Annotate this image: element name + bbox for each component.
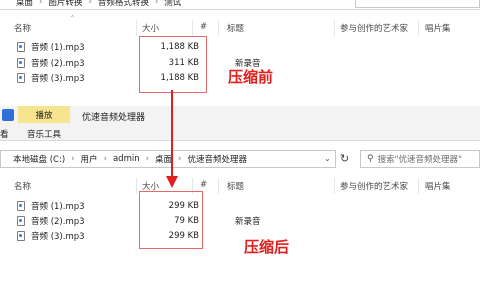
- top-breadcrumb[interactable]: 桌面 › 图片转换 › 音频格式转换 › 测试: [14, 0, 183, 8]
- top-crumb-4[interactable]: 测试: [162, 0, 183, 8]
- bottom-search-box[interactable]: ⚲ 搜索"优速音频处理器": [360, 150, 480, 168]
- top-crumb-3[interactable]: 音频格式转换: [96, 0, 151, 8]
- top-crumb-2[interactable]: 图片转换: [46, 0, 84, 8]
- top-file-name-1: 音频 (1).mp3: [31, 43, 85, 53]
- top-crumb-1[interactable]: 桌面: [14, 0, 35, 8]
- top-col-hash[interactable]: #: [200, 22, 207, 32]
- bottom-file-row-3[interactable]: 音频 (3).mp3 299 KB: [0, 229, 480, 243]
- music-app-icon: [2, 109, 14, 121]
- sort-up-icon: ^: [70, 15, 76, 22]
- bottom-col-album[interactable]: 唱片集: [425, 180, 451, 192]
- file-audio-icon: [17, 201, 25, 211]
- bottom-size-highlight-box: [139, 191, 203, 249]
- top-address-bar: 桌面 › 图片转换 › 音频格式转换 › 测试: [0, 0, 480, 10]
- bottom-col-hash[interactable]: #: [200, 180, 207, 190]
- file-audio-icon: [17, 231, 25, 241]
- bottom-file-row-1[interactable]: 音频 (1).mp3 299 KB: [0, 199, 480, 213]
- top-col-name[interactable]: 名称: [14, 22, 31, 34]
- bottom-file-name-3: 音频 (3).mp3: [31, 232, 85, 242]
- top-col-album[interactable]: 唱片集: [425, 22, 451, 34]
- red-arrow: [166, 90, 178, 188]
- bottom-address-bar: 本地磁盘 (C:) › 用户 › admin › 桌面 › 优速音频处理器 ⌄ ↻ ⚲ …: [0, 148, 480, 170]
- bottom-col-title[interactable]: 标题: [227, 180, 244, 192]
- search-icon: ⚲: [367, 154, 374, 164]
- top-search-box[interactable]: [355, 0, 480, 8]
- top-size-highlight-box: [139, 36, 207, 93]
- tab-play-label: 播放: [35, 110, 53, 121]
- bottom-col-artist[interactable]: 参与创作的艺术家: [340, 180, 408, 192]
- refresh-icon[interactable]: ↻: [340, 152, 349, 165]
- bottom-crumb-2[interactable]: 用户: [79, 153, 100, 165]
- bottom-crumb-5[interactable]: 优速音频处理器: [185, 153, 249, 165]
- file-audio-icon: [17, 216, 25, 226]
- top-column-header: ^ 名称 大小 # 标题 参与创作的艺术家 唱片集: [0, 15, 480, 36]
- bottom-file-title-2: 新录音: [235, 217, 261, 227]
- file-audio-icon: [17, 73, 25, 83]
- ribbon-bar: 播放 优速音频处理器 看 音乐工具: [0, 106, 480, 141]
- annotation-after: 压缩后: [244, 238, 290, 256]
- window-title: 优速音频处理器: [82, 113, 146, 123]
- top-col-title[interactable]: 标题: [227, 22, 244, 34]
- file-audio-icon: [17, 58, 25, 68]
- bottom-crumb-3[interactable]: admin: [111, 154, 142, 164]
- bottom-search-placeholder: 搜索"优速音频处理器": [377, 155, 462, 165]
- file-audio-icon: [17, 42, 25, 52]
- bottom-file-name-1: 音频 (1).mp3: [31, 202, 85, 212]
- tab-music-tools[interactable]: 音乐工具: [27, 128, 61, 140]
- bottom-crumb-1[interactable]: 本地磁盘 (C:): [11, 153, 67, 165]
- ribbon-left-cut: 看: [0, 130, 9, 140]
- bottom-file-name-2: 音频 (2).mp3: [31, 217, 85, 227]
- top-col-size[interactable]: 大小: [142, 22, 159, 34]
- top-file-row-1[interactable]: 音频 (1).mp3 1,188 KB: [0, 40, 480, 54]
- top-file-name-2: 音频 (2).mp3: [31, 59, 85, 69]
- bottom-col-name[interactable]: 名称: [14, 180, 31, 192]
- top-col-artist[interactable]: 参与创作的艺术家: [340, 22, 408, 34]
- top-file-name-3: 音频 (3).mp3: [31, 74, 85, 84]
- annotation-before: 压缩前: [228, 68, 274, 86]
- bottom-file-row-2[interactable]: 音频 (2).mp3 79 KB 新录音: [0, 214, 480, 228]
- chevron-down-icon[interactable]: ⌄: [324, 154, 331, 163]
- bottom-column-header: 名称 大小 # 标题 参与创作的艺术家 唱片集: [0, 178, 480, 194]
- tab-play[interactable]: 播放: [18, 106, 70, 123]
